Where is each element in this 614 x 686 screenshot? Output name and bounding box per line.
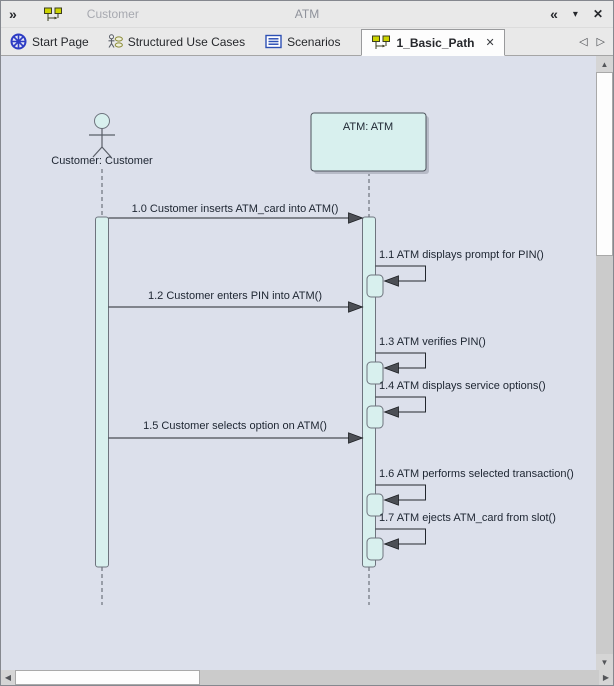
object-label: ATM: ATM [343,121,393,133]
sequence-diagram-icon [371,35,391,50]
tab-label: Structured Use Cases [128,35,245,49]
scenarios-list-icon [265,34,282,49]
customer-activation-bar[interactable] [96,217,109,567]
horizontal-scroll-track[interactable] [15,670,599,685]
message-1-6[interactable]: 1.6 ATM performs selected transaction() [367,468,574,516]
diagram-canvas[interactable]: Customer: Customer ATM: ATM 1.0 Customer… [1,56,596,670]
actor-customer[interactable]: Customer: Customer [51,114,153,168]
message-label: 1.7 ATM ejects ATM_card from slot() [379,512,556,524]
tab-close-icon[interactable]: ✕ [486,36,495,49]
tab-label: 1_Basic_Path [396,36,474,50]
vertical-scroll-thumb[interactable] [596,72,613,256]
message-1-1[interactable]: 1.1 ATM displays prompt for PIN() [367,249,544,297]
tab-scrollers: ◁ ▷ [579,35,605,48]
scroll-left-icon[interactable]: ◀ [1,670,15,685]
tab-scroll-right-icon[interactable]: ▷ [597,35,605,48]
actor-label: Customer: Customer [51,155,153,167]
tab-start-page[interactable]: Start Page [3,28,96,55]
message-1-4[interactable]: 1.4 ATM displays service options() [367,380,546,428]
titlebar: » Customer ATM « ▾ ✕ [1,1,613,28]
horizontal-scrollbar[interactable]: ◀ ▶ [1,670,613,685]
overflow-chevrons-icon[interactable]: » [9,6,17,22]
object-atm[interactable]: ATM: ATM [311,113,429,174]
pane-title-left: Customer [87,7,139,21]
use-case-icon [107,34,123,50]
vertical-scrollbar[interactable]: ▲ ▼ [596,56,613,670]
scroll-down-icon[interactable]: ▼ [596,654,613,670]
tab-scenarios[interactable]: Scenarios [258,28,347,55]
message-label: 1.5 Customer selects option on ATM() [143,420,327,432]
close-icon[interactable]: ✕ [593,7,603,21]
scroll-up-icon[interactable]: ▲ [596,56,613,72]
tab-bar: Start Page Structured Use Cases [1,28,613,56]
tab-scroll-left-icon[interactable]: ◁ [579,35,587,48]
message-label: 1.0 Customer inserts ATM_card into ATM() [132,203,339,215]
scroll-right-icon[interactable]: ▶ [599,670,613,685]
vertical-scroll-track[interactable] [596,72,613,654]
sequence-diagram: Customer: Customer ATM: ATM 1.0 Customer… [1,56,596,670]
message-1-3[interactable]: 1.3 ATM verifies PIN() [367,336,486,384]
tab-label: Start Page [32,35,89,49]
message-1-2[interactable]: 1.2 Customer enters PIN into ATM() [109,290,363,312]
message-label: 1.6 ATM performs selected transaction() [379,468,574,480]
message-label: 1.4 ATM displays service options() [379,380,546,392]
tab-structured-use-cases[interactable]: Structured Use Cases [100,28,252,55]
collapse-left-icon[interactable]: « [550,6,558,22]
message-1-5[interactable]: 1.5 Customer selects option on ATM() [109,420,363,443]
message-label: 1.2 Customer enters PIN into ATM() [148,290,322,302]
sequence-diagram-icon [43,7,63,22]
tab-label: Scenarios [287,35,340,49]
message-label: 1.1 ATM displays prompt for PIN() [379,249,544,261]
horizontal-scroll-thumb[interactable] [15,670,200,685]
message-1-7[interactable]: 1.7 ATM ejects ATM_card from slot() [367,512,556,560]
message-label: 1.3 ATM verifies PIN() [379,336,486,348]
start-page-icon [10,33,27,50]
message-1-0[interactable]: 1.0 Customer inserts ATM_card into ATM() [109,203,363,223]
tab-1-basic-path[interactable]: 1_Basic_Path ✕ [361,29,504,56]
dropdown-arrow-icon[interactable]: ▾ [573,9,578,20]
app-window: » Customer ATM « ▾ ✕ [0,0,614,686]
